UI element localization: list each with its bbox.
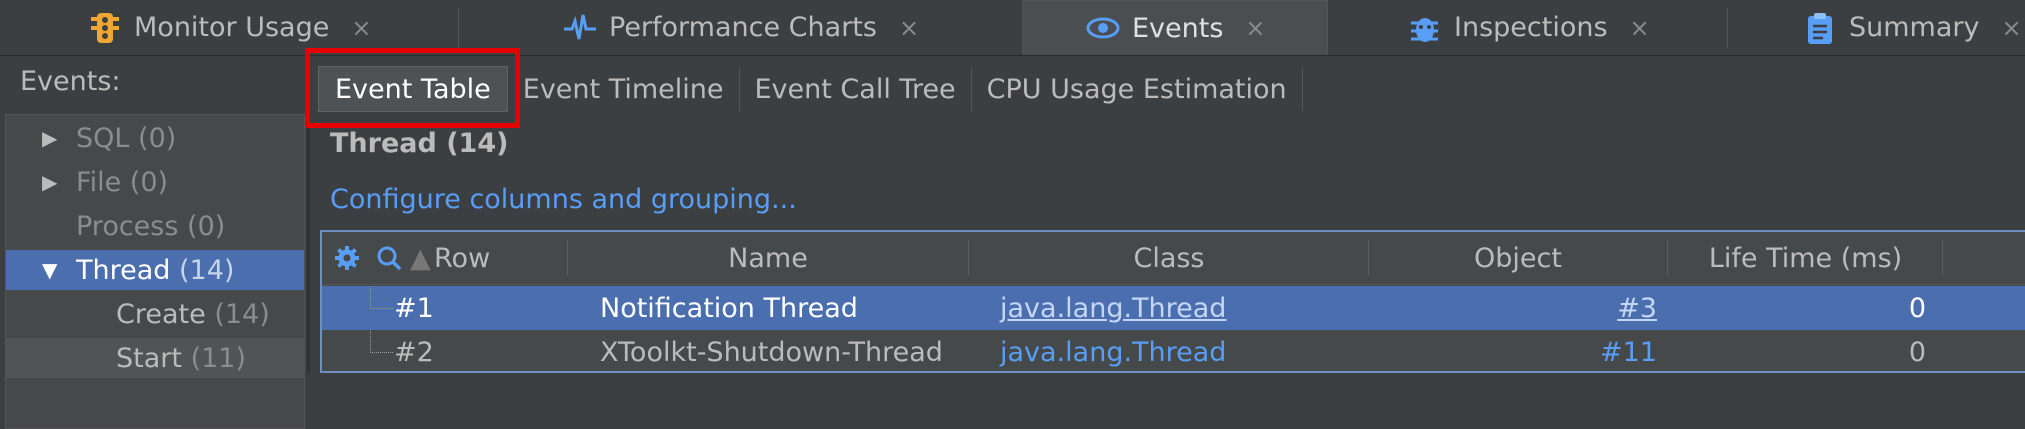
tree-item-label: SQL [76, 122, 130, 154]
tab-summary[interactable]: Summary × [1803, 0, 2022, 55]
tab-label: Performance Charts [609, 12, 877, 43]
tab-label: Summary [1849, 12, 1980, 43]
event-type-tree: ▶ SQL (0) ▶ File (0) Process (0) ▼ Threa… [5, 114, 305, 429]
tree-item-sql[interactable]: ▶ SQL (0) [6, 118, 304, 158]
column-header-lifetime[interactable]: Life Time (ms) [1668, 232, 1943, 284]
tab-label: Events [1132, 12, 1224, 44]
close-icon[interactable]: × [2001, 14, 2021, 42]
tab-event-call-tree[interactable]: Event Call Tree [740, 67, 972, 111]
events-label: Events: [20, 66, 121, 97]
expand-arrow-icon[interactable]: ▶ [42, 170, 66, 194]
events-panel: Events: ▶ SQL (0) ▶ File (0) Process (0)… [0, 56, 307, 429]
close-icon[interactable]: × [899, 14, 919, 42]
tree-item-thread[interactable]: ▼ Thread (14) [6, 250, 304, 290]
table-row[interactable]: #2 XToolkt-Shutdown-Thread java.lang.Thr… [322, 330, 2025, 371]
tree-item-count: (11) [190, 342, 246, 374]
top-tab-bar: Monitor Usage × Performance Charts × Eve… [0, 0, 2025, 56]
column-divider[interactable] [1942, 240, 1943, 276]
tree-connector [370, 330, 393, 353]
tab-divider [1727, 8, 1728, 48]
tree-item-count: (14) [214, 298, 270, 330]
cell-row: #2 [394, 336, 434, 368]
tree-item-file[interactable]: ▶ File (0) [6, 162, 304, 202]
traffic-light-icon [88, 11, 122, 45]
search-icon[interactable] [376, 232, 404, 284]
tree-item-label: File [76, 166, 122, 198]
expand-arrow-icon[interactable]: ▶ [42, 126, 66, 150]
column-header-name[interactable]: Name [568, 232, 968, 284]
configure-columns-link[interactable]: Configure columns and grouping... [330, 184, 797, 215]
gear-icon[interactable] [334, 232, 362, 284]
tree-item-label: Start [116, 342, 182, 374]
tab-cpu-usage-estimation[interactable]: CPU Usage Estimation [972, 67, 1303, 111]
cell-name: Notification Thread [600, 292, 858, 324]
tree-connector [370, 286, 393, 309]
tree-item-count: (14) [179, 254, 235, 286]
tree-item-label: Thread [76, 254, 171, 286]
tab-monitor-usage[interactable]: Monitor Usage × [88, 0, 371, 55]
table-header: ▲ Row Name Class Object Life Time (ms) [322, 232, 2025, 285]
tree-item-count: (0) [129, 166, 169, 198]
pulse-icon [563, 11, 597, 45]
tree-item-start[interactable]: Start (11) [6, 338, 304, 378]
tree-item-label: Create [116, 298, 206, 330]
table-row[interactable]: #1 Notification Thread java.lang.Thread … [322, 286, 2025, 330]
collapse-arrow-icon[interactable]: ▼ [42, 258, 66, 282]
column-header-class[interactable]: Class [969, 232, 1369, 284]
eye-icon [1086, 11, 1120, 45]
cell-lifetime: 0 [1908, 336, 1926, 368]
close-icon[interactable]: × [1245, 14, 1265, 42]
close-icon[interactable]: × [351, 14, 371, 42]
clipboard-icon [1803, 11, 1837, 45]
tree-item-count: (0) [187, 210, 226, 242]
cell-object-link[interactable]: #11 [1369, 330, 1657, 371]
tab-label: Monitor Usage [134, 12, 330, 43]
close-icon[interactable]: × [1630, 14, 1650, 42]
bug-icon [1408, 11, 1442, 45]
column-header-object[interactable]: Object [1369, 232, 1667, 284]
tab-performance-charts[interactable]: Performance Charts × [563, 0, 919, 55]
cell-name: XToolkt-Shutdown-Thread [600, 336, 943, 368]
tree-item-count: (0) [138, 122, 177, 154]
tab-events[interactable]: Events × [1022, 0, 1328, 55]
column-header-row[interactable]: Row [434, 232, 584, 284]
tree-item-process[interactable]: Process (0) [6, 206, 304, 246]
highlight-box [305, 48, 520, 128]
sort-ascending-icon[interactable]: ▲ [410, 232, 432, 284]
cell-class-link[interactable]: java.lang.Thread [1000, 286, 1226, 330]
tab-divider [458, 8, 459, 48]
cell-lifetime: 0 [1908, 292, 1926, 324]
cell-row: #1 [394, 292, 434, 324]
tab-inspections[interactable]: Inspections × [1408, 0, 1650, 55]
tree-item-label: Process [76, 210, 179, 242]
events-table: ▲ Row Name Class Object Life Time (ms) #… [320, 230, 2025, 373]
cell-object-link[interactable]: #3 [1369, 286, 1657, 330]
section-title: Thread (14) [330, 128, 509, 159]
tab-event-timeline[interactable]: Event Timeline [508, 67, 740, 111]
cell-class-link[interactable]: java.lang.Thread [1000, 330, 1226, 371]
tree-item-create[interactable]: Create (14) [6, 294, 304, 334]
tab-label: Inspections [1454, 12, 1608, 43]
